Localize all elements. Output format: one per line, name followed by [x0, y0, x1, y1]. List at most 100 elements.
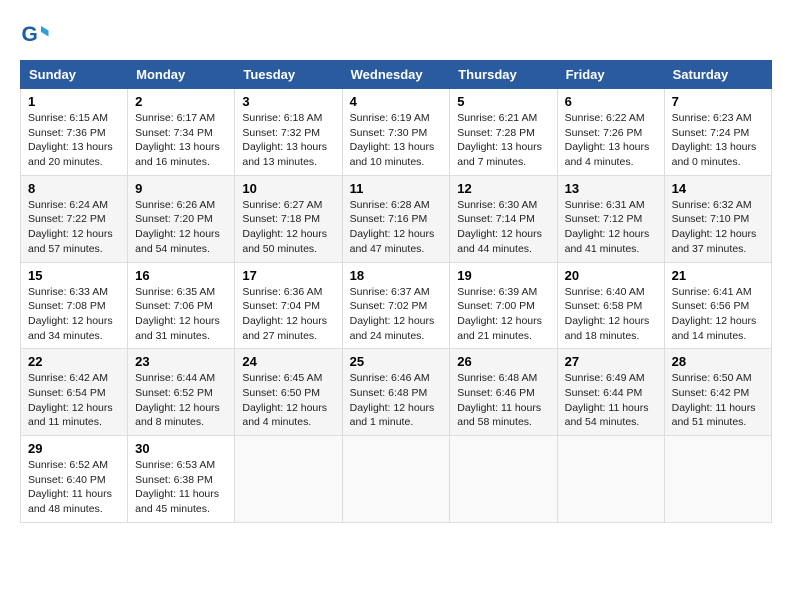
day-info: Sunrise: 6:30 AM Sunset: 7:14 PM Dayligh… — [457, 198, 549, 257]
calendar-cell: 25 Sunrise: 6:46 AM Sunset: 6:48 PM Dayl… — [342, 349, 450, 436]
calendar-cell — [664, 436, 771, 523]
calendar-cell: 2 Sunrise: 6:17 AM Sunset: 7:34 PM Dayli… — [128, 89, 235, 176]
day-number: 3 — [242, 94, 334, 109]
day-info: Sunrise: 6:53 AM Sunset: 6:38 PM Dayligh… — [135, 458, 227, 517]
sunset: Sunset: 7:06 PM — [135, 299, 227, 314]
day-info: Sunrise: 6:18 AM Sunset: 7:32 PM Dayligh… — [242, 111, 334, 170]
calendar-cell: 28 Sunrise: 6:50 AM Sunset: 6:42 PM Dayl… — [664, 349, 771, 436]
daylight: Daylight: 11 hours and 58 minutes. — [457, 401, 549, 430]
calendar-cell: 20 Sunrise: 6:40 AM Sunset: 6:58 PM Dayl… — [557, 262, 664, 349]
daylight: Daylight: 12 hours and 50 minutes. — [242, 227, 334, 256]
sunrise: Sunrise: 6:40 AM — [565, 285, 657, 300]
sunrise: Sunrise: 6:44 AM — [135, 371, 227, 386]
day-info: Sunrise: 6:40 AM Sunset: 6:58 PM Dayligh… — [565, 285, 657, 344]
sunrise: Sunrise: 6:18 AM — [242, 111, 334, 126]
day-number: 28 — [672, 354, 764, 369]
calendar-cell: 26 Sunrise: 6:48 AM Sunset: 6:46 PM Dayl… — [450, 349, 557, 436]
calendar-cell: 22 Sunrise: 6:42 AM Sunset: 6:54 PM Dayl… — [21, 349, 128, 436]
calendar-cell: 21 Sunrise: 6:41 AM Sunset: 6:56 PM Dayl… — [664, 262, 771, 349]
daylight: Daylight: 13 hours and 10 minutes. — [350, 140, 443, 169]
daylight: Daylight: 12 hours and 4 minutes. — [242, 401, 334, 430]
day-number: 13 — [565, 181, 657, 196]
sunrise: Sunrise: 6:35 AM — [135, 285, 227, 300]
daylight: Daylight: 13 hours and 0 minutes. — [672, 140, 764, 169]
col-monday: Monday — [128, 61, 235, 89]
day-number: 22 — [28, 354, 120, 369]
calendar-cell: 16 Sunrise: 6:35 AM Sunset: 7:06 PM Dayl… — [128, 262, 235, 349]
day-info: Sunrise: 6:39 AM Sunset: 7:00 PM Dayligh… — [457, 285, 549, 344]
daylight: Daylight: 12 hours and 18 minutes. — [565, 314, 657, 343]
sunset: Sunset: 7:20 PM — [135, 212, 227, 227]
day-info: Sunrise: 6:46 AM Sunset: 6:48 PM Dayligh… — [350, 371, 443, 430]
sunrise: Sunrise: 6:19 AM — [350, 111, 443, 126]
day-number: 20 — [565, 268, 657, 283]
sunrise: Sunrise: 6:49 AM — [565, 371, 657, 386]
sunset: Sunset: 7:28 PM — [457, 126, 549, 141]
col-tuesday: Tuesday — [235, 61, 342, 89]
sunrise: Sunrise: 6:31 AM — [565, 198, 657, 213]
day-info: Sunrise: 6:19 AM Sunset: 7:30 PM Dayligh… — [350, 111, 443, 170]
day-info: Sunrise: 6:28 AM Sunset: 7:16 PM Dayligh… — [350, 198, 443, 257]
daylight: Daylight: 12 hours and 8 minutes. — [135, 401, 227, 430]
day-info: Sunrise: 6:45 AM Sunset: 6:50 PM Dayligh… — [242, 371, 334, 430]
daylight: Daylight: 12 hours and 47 minutes. — [350, 227, 443, 256]
sunrise: Sunrise: 6:23 AM — [672, 111, 764, 126]
sunrise: Sunrise: 6:48 AM — [457, 371, 549, 386]
day-info: Sunrise: 6:35 AM Sunset: 7:06 PM Dayligh… — [135, 285, 227, 344]
sunrise: Sunrise: 6:53 AM — [135, 458, 227, 473]
day-info: Sunrise: 6:36 AM Sunset: 7:04 PM Dayligh… — [242, 285, 334, 344]
daylight: Daylight: 12 hours and 14 minutes. — [672, 314, 764, 343]
day-number: 29 — [28, 441, 120, 456]
calendar-cell — [342, 436, 450, 523]
calendar-cell: 9 Sunrise: 6:26 AM Sunset: 7:20 PM Dayli… — [128, 175, 235, 262]
daylight: Daylight: 12 hours and 21 minutes. — [457, 314, 549, 343]
sunset: Sunset: 6:48 PM — [350, 386, 443, 401]
calendar-cell: 11 Sunrise: 6:28 AM Sunset: 7:16 PM Dayl… — [342, 175, 450, 262]
sunset: Sunset: 6:38 PM — [135, 473, 227, 488]
page-header: G — [20, 20, 772, 50]
calendar-week-5: 29 Sunrise: 6:52 AM Sunset: 6:40 PM Dayl… — [21, 436, 772, 523]
daylight: Daylight: 12 hours and 44 minutes. — [457, 227, 549, 256]
day-info: Sunrise: 6:24 AM Sunset: 7:22 PM Dayligh… — [28, 198, 120, 257]
calendar-cell: 12 Sunrise: 6:30 AM Sunset: 7:14 PM Dayl… — [450, 175, 557, 262]
calendar-cell: 17 Sunrise: 6:36 AM Sunset: 7:04 PM Dayl… — [235, 262, 342, 349]
sunset: Sunset: 7:30 PM — [350, 126, 443, 141]
daylight: Daylight: 12 hours and 57 minutes. — [28, 227, 120, 256]
calendar-cell: 24 Sunrise: 6:45 AM Sunset: 6:50 PM Dayl… — [235, 349, 342, 436]
calendar-week-2: 8 Sunrise: 6:24 AM Sunset: 7:22 PM Dayli… — [21, 175, 772, 262]
calendar-cell: 14 Sunrise: 6:32 AM Sunset: 7:10 PM Dayl… — [664, 175, 771, 262]
calendar-week-1: 1 Sunrise: 6:15 AM Sunset: 7:36 PM Dayli… — [21, 89, 772, 176]
daylight: Daylight: 13 hours and 4 minutes. — [565, 140, 657, 169]
sunset: Sunset: 7:32 PM — [242, 126, 334, 141]
daylight: Daylight: 12 hours and 31 minutes. — [135, 314, 227, 343]
sunrise: Sunrise: 6:33 AM — [28, 285, 120, 300]
daylight: Daylight: 11 hours and 51 minutes. — [672, 401, 764, 430]
day-info: Sunrise: 6:23 AM Sunset: 7:24 PM Dayligh… — [672, 111, 764, 170]
calendar-week-3: 15 Sunrise: 6:33 AM Sunset: 7:08 PM Dayl… — [21, 262, 772, 349]
day-number: 11 — [350, 181, 443, 196]
day-info: Sunrise: 6:44 AM Sunset: 6:52 PM Dayligh… — [135, 371, 227, 430]
day-number: 23 — [135, 354, 227, 369]
sunset: Sunset: 7:24 PM — [672, 126, 764, 141]
col-thursday: Thursday — [450, 61, 557, 89]
day-info: Sunrise: 6:37 AM Sunset: 7:02 PM Dayligh… — [350, 285, 443, 344]
logo-icon: G — [20, 20, 50, 50]
col-saturday: Saturday — [664, 61, 771, 89]
day-info: Sunrise: 6:48 AM Sunset: 6:46 PM Dayligh… — [457, 371, 549, 430]
calendar-cell: 29 Sunrise: 6:52 AM Sunset: 6:40 PM Dayl… — [21, 436, 128, 523]
sunset: Sunset: 6:50 PM — [242, 386, 334, 401]
day-number: 18 — [350, 268, 443, 283]
daylight: Daylight: 12 hours and 1 minute. — [350, 401, 443, 430]
daylight: Daylight: 12 hours and 11 minutes. — [28, 401, 120, 430]
day-number: 1 — [28, 94, 120, 109]
calendar-cell: 5 Sunrise: 6:21 AM Sunset: 7:28 PM Dayli… — [450, 89, 557, 176]
day-info: Sunrise: 6:52 AM Sunset: 6:40 PM Dayligh… — [28, 458, 120, 517]
daylight: Daylight: 11 hours and 45 minutes. — [135, 487, 227, 516]
sunrise: Sunrise: 6:39 AM — [457, 285, 549, 300]
sunset: Sunset: 7:10 PM — [672, 212, 764, 227]
calendar-cell: 19 Sunrise: 6:39 AM Sunset: 7:00 PM Dayl… — [450, 262, 557, 349]
sunset: Sunset: 7:04 PM — [242, 299, 334, 314]
day-info: Sunrise: 6:26 AM Sunset: 7:20 PM Dayligh… — [135, 198, 227, 257]
sunrise: Sunrise: 6:36 AM — [242, 285, 334, 300]
sunset: Sunset: 7:14 PM — [457, 212, 549, 227]
